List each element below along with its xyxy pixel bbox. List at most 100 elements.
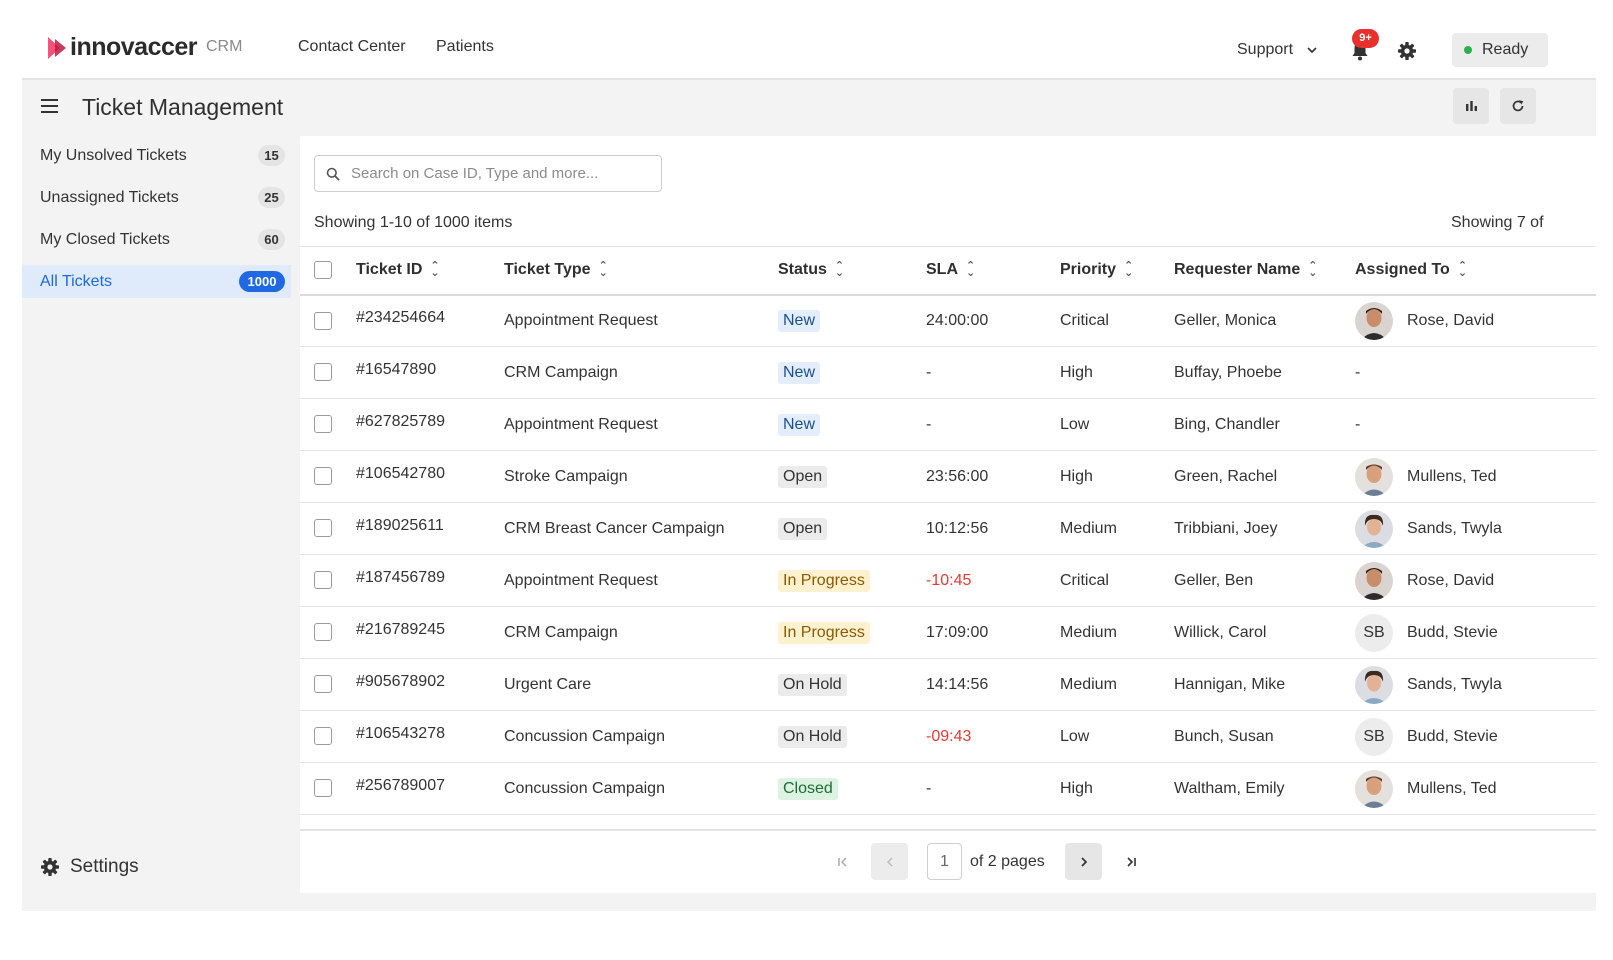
search-input[interactable] [351,165,651,182]
sidebar-item-unassigned[interactable]: Unassigned Tickets 25 [22,181,291,214]
ticket-type: CRM Campaign [504,346,778,399]
status-badge: On Hold [778,673,847,696]
requester-name: Willick, Carol [1174,606,1355,659]
table-row[interactable]: #16547890 CRM Campaign New - High Buffay, Pho… [300,346,1596,399]
row-checkbox[interactable] [314,779,332,798]
status-badge: On Hold [778,725,847,748]
row-checkbox[interactable] [314,571,332,590]
assignee-name: Mullens, Ted [1407,779,1497,797]
sidebar-item-all-tickets[interactable]: All Tickets 1000 [22,265,291,298]
sidebar-item-my-unsolved[interactable]: My Unsolved Tickets 15 [22,139,291,172]
settings-label: Settings [70,856,139,877]
status-badge: Open [778,517,828,540]
row-checkbox[interactable] [314,727,332,746]
column-header-status[interactable]: Status ⌃ ⌄ [778,246,926,296]
sort-icon[interactable]: ⌃ ⌄ [835,261,844,279]
last-page-button[interactable] [1112,843,1149,880]
table-row[interactable]: #234254664 Appointment Request New 24:00:00… [300,294,1596,347]
sort-icon[interactable]: ⌃ ⌄ [1124,261,1133,279]
analytics-button[interactable] [1453,88,1489,124]
sort-icon[interactable]: ⌃ ⌄ [1308,261,1317,279]
avatar: SB [1355,613,1393,652]
table-row[interactable]: #256789007 Concussion Campaign Closed - High… [300,762,1596,815]
sla-value: -10:45 [926,554,1060,607]
ticket-id[interactable]: #16547890 [356,361,436,378]
requester-name: Tribbiani, Joey [1174,502,1355,555]
nav-contact-center[interactable]: Contact Center [298,38,406,56]
sort-icon[interactable]: ⌃ ⌄ [1458,261,1467,279]
first-page-button[interactable] [824,843,861,880]
product-label: CRM [206,38,243,55]
agent-status-button[interactable]: Ready [1452,33,1548,67]
column-header-ticket-type[interactable]: Ticket Type ⌃ ⌄ [504,246,778,296]
sla-value: 10:12:56 [926,502,1060,555]
column-header-ticket-id[interactable]: Ticket ID ⌃ ⌄ [356,246,504,296]
row-checkbox[interactable] [314,363,332,382]
table-row[interactable]: #627825789 Appointment Request New - Low Bing… [300,398,1596,451]
requester-name: Waltham, Emily [1174,762,1355,815]
column-header-requester[interactable]: Requester Name ⌃ ⌄ [1174,246,1355,296]
prev-page-button[interactable] [871,843,908,880]
table-row[interactable]: #187456789 Appointment Request In Progress… [300,554,1596,607]
sidebar-item-my-closed[interactable]: My Closed Tickets 60 [22,223,291,256]
ticket-id[interactable]: #234254664 [356,309,445,326]
ticket-type: Concussion Campaign [504,762,778,815]
table-row[interactable]: #106542780 Stroke Campaign Open 23:56:00 Hig… [300,450,1596,503]
row-checkbox[interactable] [314,623,332,642]
avatar [1355,561,1393,600]
assignee-name: Rose, David [1407,571,1495,589]
priority-value: High [1060,762,1174,815]
count-badge: 25 [258,187,285,208]
ticket-id[interactable]: #216789245 [356,621,445,638]
requester-name: Geller, Ben [1174,554,1355,607]
table-row[interactable]: #905678902 Urgent Care On Hold 14:14:56 Medi… [300,658,1596,711]
row-checkbox[interactable] [314,467,332,486]
priority-value: High [1060,346,1174,399]
ticket-id[interactable]: #187456789 [356,569,445,586]
sla-value: - [926,398,1060,451]
ticket-type: Appointment Request [504,554,778,607]
row-checkbox[interactable] [314,415,332,434]
column-header-sla[interactable]: SLA ⌃ ⌄ [926,246,1060,296]
ticket-id[interactable]: #905678902 [356,673,445,690]
row-checkbox[interactable] [314,675,332,694]
count-badge: 1000 [239,271,285,292]
sort-icon[interactable]: ⌃ ⌄ [430,261,439,279]
page-number-input[interactable] [927,843,962,880]
table-row[interactable]: #106543278 Concussion Campaign On Hold -09:… [300,710,1596,763]
table-row[interactable]: #189025611 CRM Breast Cancer Campaign Open… [300,502,1596,555]
row-checkbox[interactable] [314,519,332,538]
ticket-id[interactable]: #627825789 [356,413,445,430]
search-box[interactable] [314,155,662,192]
prev-page-icon [886,856,893,867]
sort-icon[interactable]: ⌃ ⌄ [599,261,608,279]
refresh-button[interactable] [1500,88,1536,124]
first-page-icon [837,856,847,867]
logo-mark-icon [48,36,66,59]
ticket-id[interactable]: #106543278 [356,725,445,742]
requester-name: Geller, Monica [1174,294,1355,347]
ticket-type: Concussion Campaign [504,710,778,763]
sla-value: 23:56:00 [926,450,1060,503]
support-dropdown[interactable]: Support [1237,41,1317,59]
gear-icon[interactable] [1397,41,1417,61]
column-header-assigned-to[interactable]: Assigned To ⌃ ⌄ [1355,246,1596,296]
sort-icon[interactable]: ⌃ ⌄ [966,261,975,279]
ticket-id[interactable]: #256789007 [356,777,445,794]
table-header-row: Ticket ID ⌃ ⌄ Ticket Type ⌃ ⌄ Status ⌃ ⌄ SLA ⌃ ⌄… [300,246,1596,296]
status-badge: In Progress [778,569,870,592]
row-checkbox[interactable] [314,311,332,330]
refresh-icon [1512,100,1524,112]
column-header-priority[interactable]: Priority ⌃ ⌄ [1060,246,1174,296]
ticket-id[interactable]: #106542780 [356,465,445,482]
next-page-button[interactable] [1065,843,1102,880]
settings-link[interactable]: Settings [40,856,139,878]
nav-patients[interactable]: Patients [436,38,494,56]
hamburger-icon[interactable] [41,99,58,113]
select-all-checkbox[interactable] [314,261,332,280]
chart-icon [1465,101,1477,111]
page-title: Ticket Management [82,94,284,120]
ticket-id[interactable]: #189025611 [356,517,444,534]
table-row[interactable]: #216789245 CRM Campaign In Progress 17:09:0… [300,606,1596,659]
brand-logo[interactable]: innovaccer [46,33,198,62]
